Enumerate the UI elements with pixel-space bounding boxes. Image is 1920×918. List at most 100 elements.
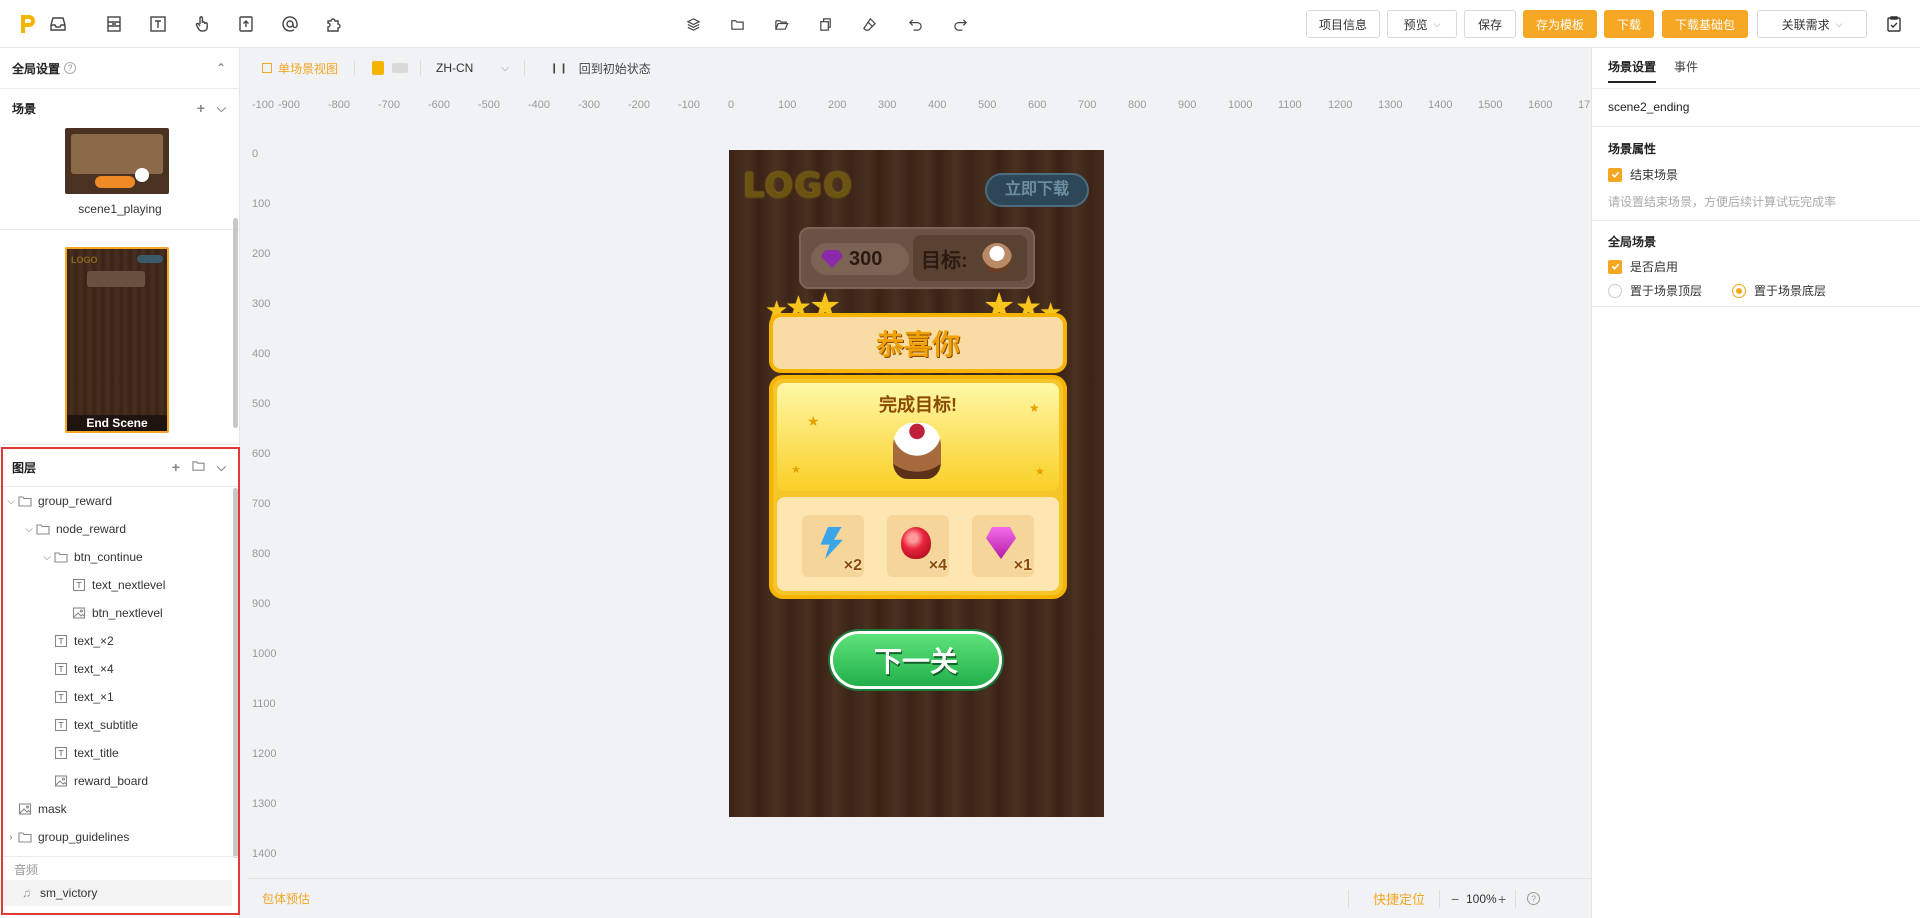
end-scene-thumbnail[interactable]: LOGO End Scene [65,247,169,433]
divider [1348,889,1349,908]
chevron-down-icon[interactable]: ⌵ [40,552,54,563]
folder-open-icon[interactable] [771,14,791,34]
scene1-thumbnail[interactable] [65,128,169,194]
download-button[interactable]: 下载 [1604,10,1654,38]
bottom-layer-label: 置于场景底层 [1754,284,1827,298]
hand-tool-icon[interactable] [192,14,212,34]
ruler-tick-label: 0 [728,99,735,111]
divider [1592,126,1920,127]
preview-dropdown[interactable]: 预览 ⌵ [1387,10,1457,38]
ruler-tick-label: 1100 [252,698,276,710]
help-icon[interactable]: ? [64,62,77,74]
language-label: ZH-CN [436,61,474,75]
chevron-right-icon[interactable]: › [4,832,18,843]
bottom-layer-radio[interactable]: 置于场景底层 [1732,282,1826,299]
chevron-down-icon[interactable]: ⌵ [4,496,18,507]
save-button[interactable]: 保存 [1464,10,1516,38]
reset-state-button[interactable]: ❙❙ 回到初始状态 [550,60,651,77]
save-template-button[interactable]: 存为模板 [1523,10,1597,38]
add-layer-icon[interactable]: + [172,459,180,475]
folder-icon[interactable] [727,14,747,34]
thumbnail-button [95,176,135,188]
layer-tree-item[interactable]: reward_board [0,767,232,795]
download-base-button[interactable]: 下载基础包 [1662,10,1748,38]
chevron-down-icon[interactable]: ⌵ [217,101,226,116]
layer-tree-label: text_subtitle [74,718,139,732]
global-settings-header[interactable]: 全局设置 ? ⌃ [0,48,240,88]
download-now-button[interactable]: 立即下载 [985,173,1089,207]
end-scene-checkbox[interactable]: 结束场景 [1608,166,1678,183]
language-select[interactable]: ZH-CN ⌵ [436,61,509,75]
next-level-button[interactable]: 下一关 [830,631,1002,689]
cake-icon [893,423,941,479]
folder-icon [18,494,32,508]
color-swatch-gray[interactable] [392,63,408,73]
checklist-icon[interactable] [1884,14,1904,34]
plugin-icon[interactable] [324,14,344,34]
ruler-tick-label: 1500 [1478,99,1503,111]
layer-tree-item[interactable]: text_×2 [0,627,232,655]
layer-tree-item[interactable]: text_subtitle [0,711,232,739]
text-icon [54,718,68,732]
color-swatch-orange[interactable] [372,61,384,75]
end-scene-label: 结束场景 [1630,168,1679,182]
gem-icon [821,250,843,268]
layer-tree-item[interactable]: text_title [0,739,232,767]
eraser-icon[interactable] [859,14,879,34]
layer-tree-item[interactable]: mask [0,795,232,823]
layer-tree-item[interactable]: text_×1 [0,683,232,711]
layers-icon[interactable] [683,14,703,34]
tab-events[interactable]: 事件 [1674,58,1698,75]
ruler-tick-label: 1400 [252,848,277,860]
top-layer-label: 置于场景顶层 [1630,284,1703,298]
copy-icon[interactable] [815,14,835,34]
single-scene-view-toggle[interactable]: 单场景视图 [262,60,338,77]
size-estimate-link[interactable]: 包体预估 [262,890,310,907]
layer-tree-item[interactable]: ⌵ btn_continue [0,543,232,571]
related-requirements-dropdown[interactable]: 关联需求 ⌵ [1757,10,1867,38]
layer-tree-label: text_×2 [74,634,114,648]
zoom-out-icon[interactable]: − [1451,891,1459,907]
sparkle-icon: ★ [791,464,801,476]
redo-icon[interactable] [950,14,970,34]
top-toolbar: 项目信息 预览 ⌵ 保存 存为模板 下载 下载基础包 关联需求 ⌵ [0,0,1920,48]
scene-canvas[interactable]: LOGO 立即下载 300 目标: ★ ★ ★ ★ ★ ★ 恭喜你 完成目标! … [729,150,1104,817]
audio-item[interactable]: ♫ sm_victory [0,880,232,906]
layout-icon[interactable] [104,14,124,34]
audio-title: 音频 [14,863,39,877]
top-layer-radio[interactable]: 置于场景顶层 [1608,282,1702,299]
layers-scrollbar[interactable] [233,488,238,858]
divider [1592,88,1920,89]
tab-scene-settings[interactable]: 场景设置 [1608,58,1656,75]
quick-locate-button[interactable]: 快捷定位 [1373,889,1425,908]
ruler-tick-label: 700 [252,498,271,510]
audio-item-label: sm_victory [40,886,98,900]
layer-tree-item[interactable]: text_×4 [0,655,232,683]
file-upload-icon[interactable] [236,14,256,34]
undo-icon[interactable] [905,14,925,34]
layer-tree-item[interactable]: ⌵ group_reward [0,487,232,515]
project-info-button[interactable]: 项目信息 [1306,10,1380,38]
at-icon[interactable] [280,14,300,34]
scenes-scrollbar[interactable] [233,218,238,428]
help-icon[interactable]: ? [1527,892,1540,905]
new-folder-icon[interactable] [192,459,205,475]
folder-icon [54,550,68,564]
text-icon [54,662,68,676]
layer-tree-item[interactable]: text_nextlevel [0,571,232,599]
text-tool-icon[interactable] [148,14,168,34]
chevron-up-icon[interactable]: ⌃ [216,61,226,75]
layer-tree-item[interactable]: ⌵ node_reward [0,515,232,543]
tray-icon[interactable] [48,14,68,34]
chevron-down-icon[interactable]: ⌵ [217,460,226,475]
layer-tree-item[interactable]: › group_guidelines [0,823,232,851]
add-scene-icon[interactable]: + [197,100,205,116]
app-logo-icon[interactable] [18,12,38,36]
thumbnail-hand [135,168,149,182]
layer-tree-item[interactable]: btn_nextlevel [0,599,232,627]
zoom-in-icon[interactable]: + [1498,891,1506,907]
chevron-down-icon[interactable]: ⌵ [22,524,36,535]
image-icon [72,606,86,620]
text-icon [54,634,68,648]
enable-checkbox[interactable]: 是否启用 [1608,258,1678,275]
